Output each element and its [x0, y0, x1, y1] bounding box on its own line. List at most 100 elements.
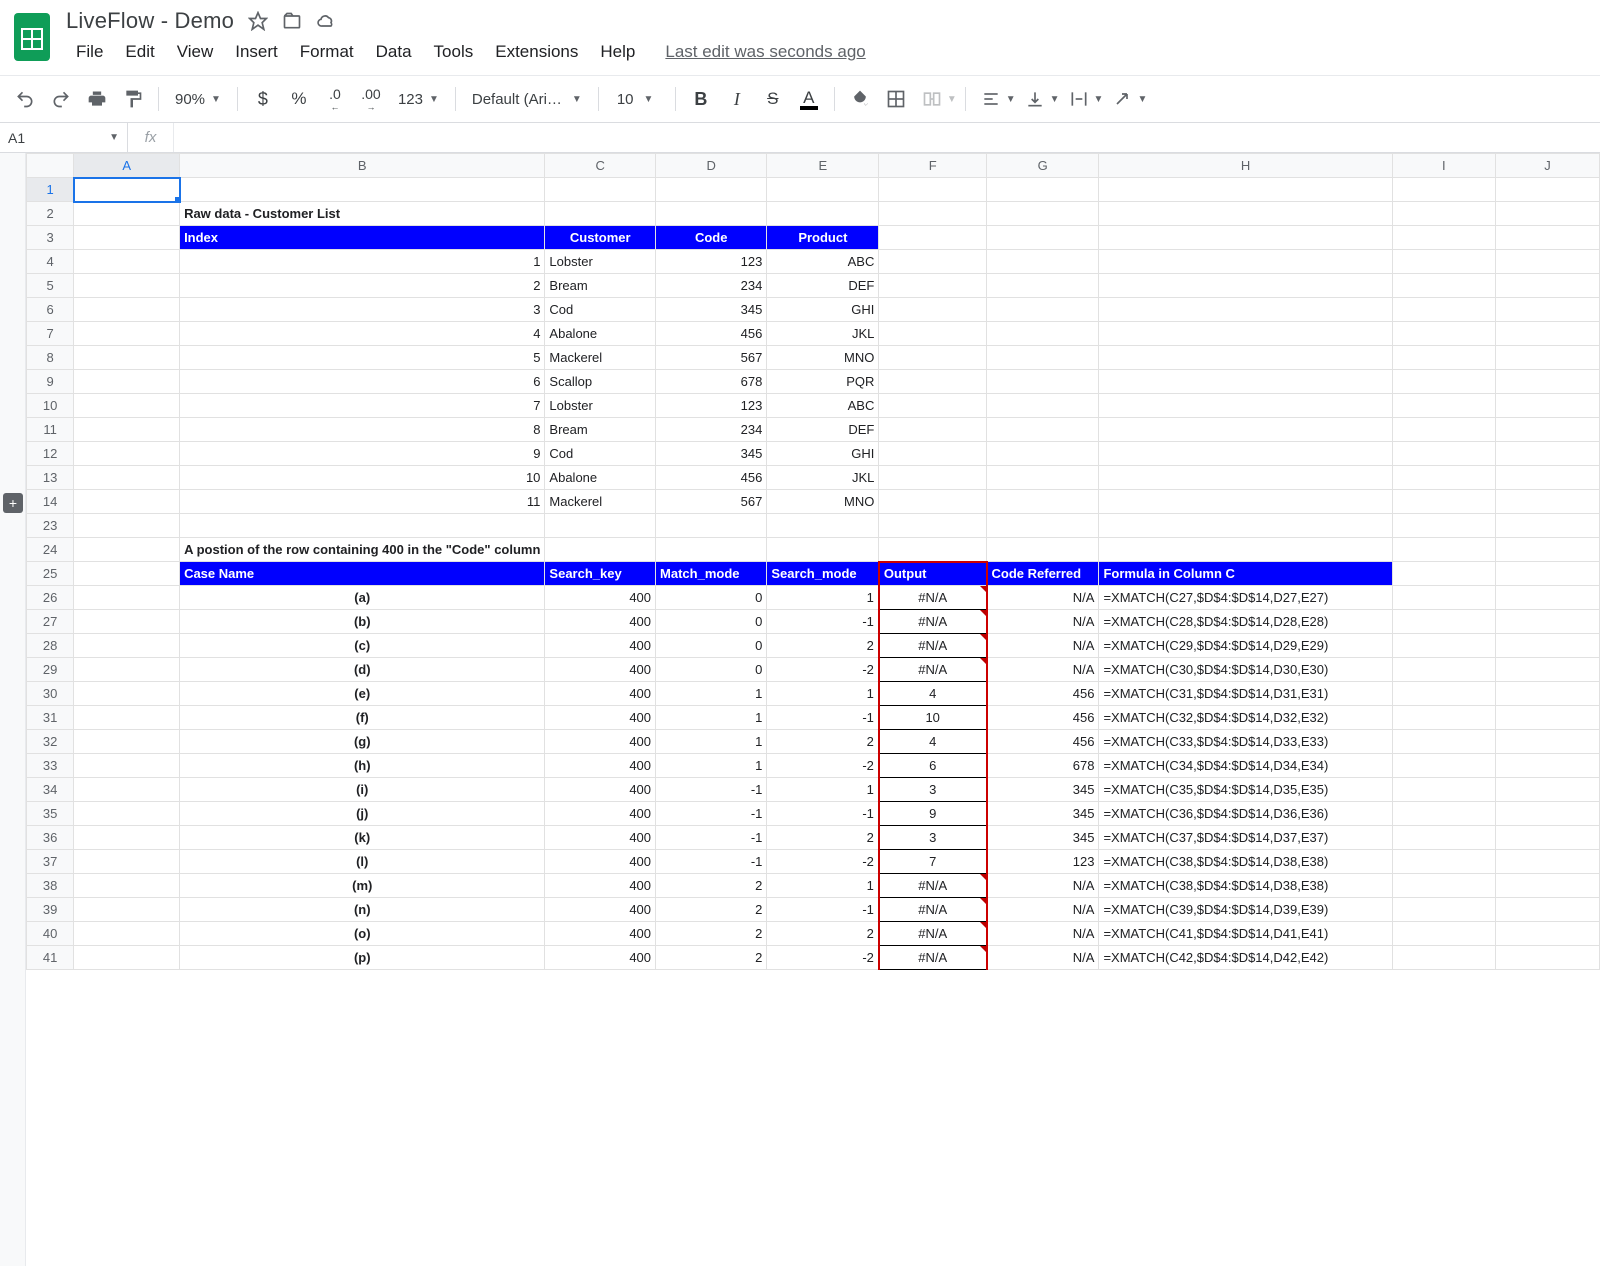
- cell[interactable]: [879, 418, 987, 442]
- column-header-G[interactable]: G: [987, 154, 1099, 178]
- row-header-25[interactable]: 25: [27, 562, 74, 586]
- cell[interactable]: (d): [180, 658, 545, 682]
- cell[interactable]: [1392, 946, 1496, 970]
- cell[interactable]: [1496, 706, 1600, 730]
- cell[interactable]: [879, 370, 987, 394]
- cell[interactable]: [987, 538, 1099, 562]
- row-header-6[interactable]: 6: [27, 298, 74, 322]
- cell[interactable]: [1392, 610, 1496, 634]
- cell[interactable]: [74, 346, 180, 370]
- cell[interactable]: (c): [180, 634, 545, 658]
- cell[interactable]: [1392, 898, 1496, 922]
- cell[interactable]: N/A: [987, 898, 1099, 922]
- cell[interactable]: [1099, 322, 1392, 346]
- cell[interactable]: [74, 802, 180, 826]
- cell[interactable]: -2: [767, 946, 879, 970]
- cell[interactable]: 2: [656, 874, 767, 898]
- cell[interactable]: [1392, 562, 1496, 586]
- cell[interactable]: (g): [180, 730, 545, 754]
- cell[interactable]: #N/A: [879, 634, 987, 658]
- cell[interactable]: 2: [656, 922, 767, 946]
- cell[interactable]: Search_key: [545, 562, 656, 586]
- cell[interactable]: ABC: [767, 394, 879, 418]
- cell[interactable]: [74, 298, 180, 322]
- cell[interactable]: [1099, 490, 1392, 514]
- column-header-E[interactable]: E: [767, 154, 879, 178]
- cell[interactable]: 6: [879, 754, 987, 778]
- cell[interactable]: [1392, 250, 1496, 274]
- cell[interactable]: =XMATCH(C34,$D$4:$D$14,D34,E34): [1099, 754, 1392, 778]
- cell[interactable]: [1099, 394, 1392, 418]
- row-header-3[interactable]: 3: [27, 226, 74, 250]
- cell[interactable]: [74, 466, 180, 490]
- cell[interactable]: 400: [545, 826, 656, 850]
- cell[interactable]: [879, 394, 987, 418]
- name-box[interactable]: A1▼: [0, 123, 128, 152]
- sheets-logo[interactable]: [12, 11, 52, 63]
- last-edit-link[interactable]: Last edit was seconds ago: [665, 42, 865, 62]
- cell[interactable]: [74, 322, 180, 346]
- cell[interactable]: (a): [180, 586, 545, 610]
- cell[interactable]: 345: [987, 802, 1099, 826]
- cell[interactable]: #N/A: [879, 898, 987, 922]
- cell[interactable]: [1496, 490, 1600, 514]
- cell[interactable]: N/A: [987, 586, 1099, 610]
- row-header-8[interactable]: 8: [27, 346, 74, 370]
- cell[interactable]: 4: [879, 682, 987, 706]
- cell[interactable]: [1392, 730, 1496, 754]
- cell[interactable]: [545, 202, 656, 226]
- cell[interactable]: [1496, 322, 1600, 346]
- cell[interactable]: [987, 178, 1099, 202]
- cell[interactable]: #N/A: [879, 946, 987, 970]
- cell[interactable]: ABC: [767, 250, 879, 274]
- column-header-I[interactable]: I: [1392, 154, 1496, 178]
- cell[interactable]: 0: [656, 658, 767, 682]
- cell[interactable]: [74, 946, 180, 970]
- cell[interactable]: 3: [180, 298, 545, 322]
- cell[interactable]: [74, 658, 180, 682]
- sheet-table[interactable]: ABCDEFGHIJ 12Raw data - Customer List3In…: [26, 153, 1600, 970]
- cell[interactable]: [180, 514, 545, 538]
- cell[interactable]: [1496, 274, 1600, 298]
- cell[interactable]: [1392, 586, 1496, 610]
- row-header-1[interactable]: 1: [27, 178, 74, 202]
- row-header-38[interactable]: 38: [27, 874, 74, 898]
- cell[interactable]: [1099, 442, 1392, 466]
- row-header-28[interactable]: 28: [27, 634, 74, 658]
- cell[interactable]: [1496, 346, 1600, 370]
- cell[interactable]: [656, 202, 767, 226]
- cell[interactable]: [987, 226, 1099, 250]
- cell[interactable]: 0: [656, 610, 767, 634]
- cell[interactable]: 7: [879, 850, 987, 874]
- cell[interactable]: [1099, 274, 1392, 298]
- cell[interactable]: [1099, 250, 1392, 274]
- cell[interactable]: (m): [180, 874, 545, 898]
- cell[interactable]: [74, 586, 180, 610]
- cell[interactable]: [1496, 442, 1600, 466]
- cell[interactable]: [1496, 634, 1600, 658]
- cell[interactable]: 5: [180, 346, 545, 370]
- cell[interactable]: [1099, 466, 1392, 490]
- row-header-26[interactable]: 26: [27, 586, 74, 610]
- cell[interactable]: [1496, 226, 1600, 250]
- cell[interactable]: Scallop: [545, 370, 656, 394]
- font-size-selector[interactable]: 10▼: [607, 87, 667, 112]
- cell[interactable]: =XMATCH(C42,$D$4:$D$14,D42,E42): [1099, 946, 1392, 970]
- borders-button[interactable]: [879, 82, 913, 116]
- chevron-down-icon[interactable]: ▼: [1094, 94, 1104, 105]
- cell[interactable]: [879, 538, 987, 562]
- row-header-9[interactable]: 9: [27, 370, 74, 394]
- decrease-decimal-button[interactable]: .0←: [318, 82, 352, 116]
- cell[interactable]: Cod: [545, 442, 656, 466]
- cell[interactable]: 1: [767, 586, 879, 610]
- cell[interactable]: [879, 514, 987, 538]
- cell[interactable]: 2: [767, 730, 879, 754]
- row-header-31[interactable]: 31: [27, 706, 74, 730]
- cell[interactable]: 9: [180, 442, 545, 466]
- menu-format[interactable]: Format: [290, 38, 364, 66]
- chevron-down-icon[interactable]: ▼: [1050, 94, 1060, 105]
- cell[interactable]: [1496, 466, 1600, 490]
- cell[interactable]: [1496, 370, 1600, 394]
- cell[interactable]: 2: [656, 898, 767, 922]
- cell[interactable]: 456: [987, 706, 1099, 730]
